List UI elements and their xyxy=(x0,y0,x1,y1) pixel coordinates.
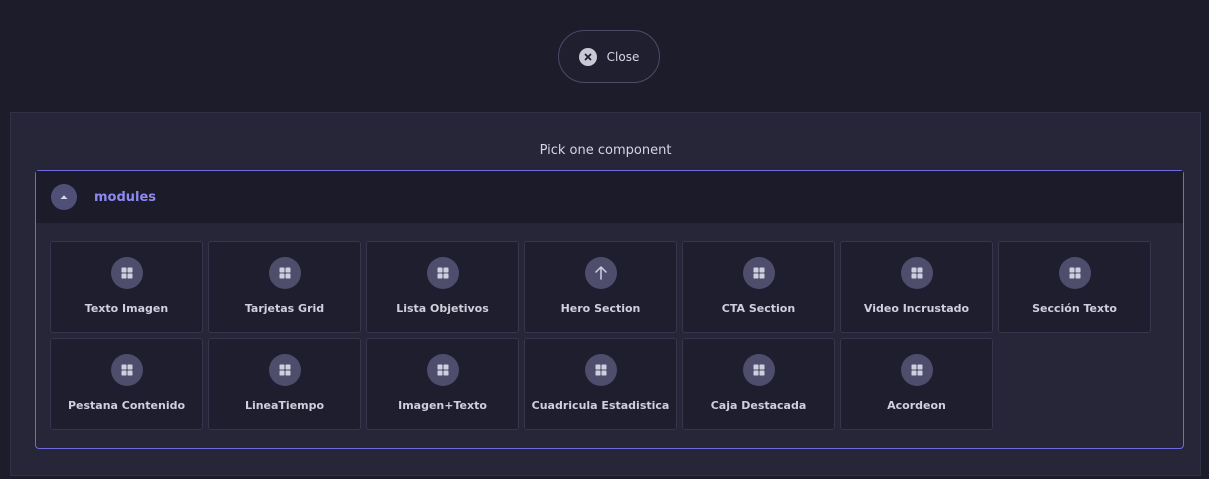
close-button-label: Close xyxy=(606,49,640,64)
component-card[interactable]: Imagen+Texto xyxy=(366,338,519,430)
component-card[interactable]: Sección Texto xyxy=(998,241,1151,333)
component-picker-panel: Pick one component modules Texto Imagen T… xyxy=(10,112,1201,476)
component-card[interactable]: Cuadricula Estadistica xyxy=(524,338,677,430)
component-card-label: Tarjetas Grid xyxy=(244,302,325,315)
component-card-label: Cuadricula Estadistica xyxy=(531,399,670,412)
component-card-label: Acordeon xyxy=(887,399,946,412)
grid-icon xyxy=(426,257,459,289)
component-card[interactable]: Acordeon xyxy=(840,338,993,430)
grid-icon xyxy=(268,354,301,386)
component-card-label: Video Incrustado xyxy=(863,302,970,315)
component-card[interactable]: Pestana Contenido xyxy=(50,338,203,430)
component-card-label: CTA Section xyxy=(721,302,796,315)
grid-icon xyxy=(900,257,933,289)
grid-icon xyxy=(1058,257,1091,289)
grid-icon xyxy=(110,354,143,386)
grid-icon xyxy=(268,257,301,289)
chevron-up-icon[interactable] xyxy=(51,184,77,210)
component-card-label: Sección Texto xyxy=(1032,302,1117,315)
component-card[interactable]: Caja Destacada xyxy=(682,338,835,430)
component-card-label: Hero Section xyxy=(560,302,641,315)
modules-group: modules Texto Imagen Tarjetas Grid Lista O… xyxy=(35,170,1184,449)
panel-title: Pick one component xyxy=(539,143,672,158)
component-card[interactable]: Tarjetas Grid xyxy=(208,241,361,333)
component-card-label: Lista Objetivos xyxy=(396,302,489,315)
component-card[interactable]: LineaTiempo xyxy=(208,338,361,430)
top-bar: Close xyxy=(0,0,1209,112)
grid-icon xyxy=(584,354,617,386)
component-grid: Texto Imagen Tarjetas Grid Lista Objetivos… xyxy=(50,241,1151,430)
component-card-label: Caja Destacada xyxy=(710,399,807,412)
component-card-label: Pestana Contenido xyxy=(67,399,186,412)
close-circle-icon xyxy=(578,47,597,66)
grid-icon xyxy=(110,257,143,289)
component-card[interactable]: Lista Objetivos xyxy=(366,241,519,333)
close-button[interactable]: Close xyxy=(558,30,660,83)
component-card[interactable]: Hero Section xyxy=(524,241,677,333)
component-card[interactable]: CTA Section xyxy=(682,241,835,333)
component-card[interactable]: Video Incrustado xyxy=(840,241,993,333)
component-card-label: Texto Imagen xyxy=(84,302,169,315)
grid-icon xyxy=(900,354,933,386)
component-card-label: Imagen+Texto xyxy=(398,399,487,412)
arrow-up-icon xyxy=(584,257,617,289)
grid-icon xyxy=(742,354,775,386)
group-label: modules xyxy=(94,189,157,205)
component-card-label: LineaTiempo xyxy=(244,399,325,412)
grid-icon xyxy=(742,257,775,289)
modules-group-header[interactable]: modules xyxy=(36,171,1183,223)
grid-icon xyxy=(426,354,459,386)
component-card[interactable]: Texto Imagen xyxy=(50,241,203,333)
